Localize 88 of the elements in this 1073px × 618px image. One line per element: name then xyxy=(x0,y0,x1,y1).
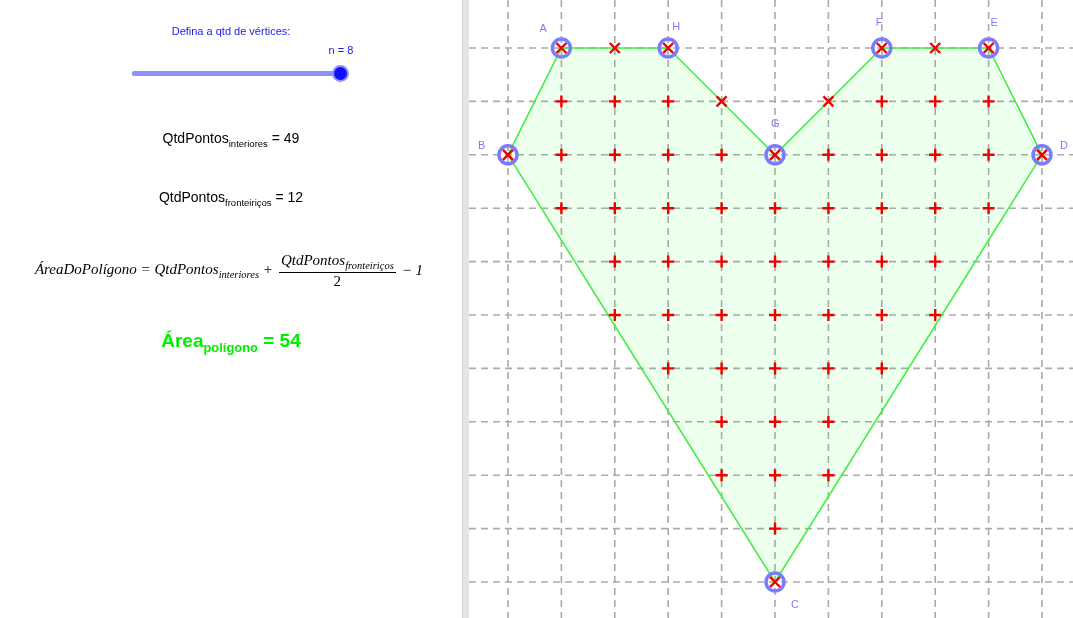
vertex-label: C xyxy=(791,598,799,610)
interior-point-icon xyxy=(767,254,783,269)
boundary-point-icon xyxy=(555,41,568,55)
vertex-point[interactable] xyxy=(977,37,1000,59)
interior-point-icon xyxy=(607,201,622,216)
interior-point-icon xyxy=(607,94,622,109)
vertex-label: H xyxy=(672,20,681,32)
interior-point-icon xyxy=(821,307,836,323)
vertex-label: E xyxy=(990,16,998,28)
interior-point-icon xyxy=(607,147,622,162)
vertex-label: D xyxy=(1060,138,1068,151)
interior-point-icon xyxy=(661,307,676,323)
formula-left-side: ÁreaDoPolígono = QtdPontos$_{interiores}$ + xyxy=(34,261,273,281)
interior-point-icon xyxy=(981,147,996,162)
interior-point-icon xyxy=(767,414,783,429)
vertex-label: F xyxy=(875,16,883,28)
interior-point-icon xyxy=(714,307,729,323)
interior-point-icon xyxy=(767,468,783,483)
boundary-point-icon xyxy=(608,41,621,55)
vertex-label: G xyxy=(771,116,780,129)
interior-point-icon xyxy=(821,361,836,376)
vertex-point[interactable] xyxy=(550,37,573,59)
interior-point-icon xyxy=(874,307,889,323)
boundary-point-icon xyxy=(501,148,515,161)
interior-point-icon xyxy=(874,147,889,162)
interior-point-icon xyxy=(928,94,943,109)
interior-point-icon xyxy=(981,94,996,109)
interior-point-icon xyxy=(821,147,836,162)
slider-value: n = 8 xyxy=(328,44,354,56)
interior-point-icon xyxy=(981,201,996,216)
interior-point-icon xyxy=(661,147,676,162)
interior-point-icon xyxy=(661,201,676,216)
interior-point-icon xyxy=(874,201,889,216)
vertex-count-slider[interactable] xyxy=(132,64,350,83)
formula-tail: − 1 xyxy=(401,262,424,280)
interior-point-icon xyxy=(714,414,729,429)
interior-points-count: QtdPontos$_{interiores}$ = 49 xyxy=(162,130,300,149)
interior-point-icon xyxy=(821,201,836,216)
interior-point-icon xyxy=(554,147,569,162)
boundary-point-icon xyxy=(929,41,942,55)
area-result: Área$_{polígono}$ = 54 xyxy=(161,329,301,355)
interior-point-icon xyxy=(661,254,676,269)
interior-point-icon xyxy=(928,147,943,162)
interior-point-icon xyxy=(607,307,622,323)
interior-point-icon xyxy=(714,468,729,483)
vertex-label: B xyxy=(478,138,486,151)
interior-point-icon xyxy=(874,94,889,109)
boundary-point-icon xyxy=(768,148,782,161)
vertex-point[interactable] xyxy=(764,144,786,166)
vertex-point[interactable] xyxy=(871,37,893,59)
interior-point-icon xyxy=(714,147,729,162)
boundary-point-icon xyxy=(982,41,995,55)
vertex-point[interactable] xyxy=(497,144,519,166)
interior-point-icon xyxy=(874,361,889,376)
boundary-point-icon xyxy=(875,41,888,55)
fraction-denominator: 2 xyxy=(333,272,342,290)
interior-point-icon xyxy=(554,94,569,109)
slider-handle[interactable] xyxy=(332,65,349,82)
slider-caption: Defina a qtd de vértices: xyxy=(171,25,291,37)
interior-point-icon xyxy=(767,201,783,216)
interior-point-icon xyxy=(821,254,836,269)
interior-point-icon xyxy=(928,201,943,216)
interior-point-icon xyxy=(767,307,783,323)
interior-point-icon xyxy=(767,361,783,376)
interior-point-icon xyxy=(874,254,889,269)
interior-point-icon xyxy=(767,521,783,536)
interior-point-icon xyxy=(714,254,729,269)
boundary-point-icon xyxy=(768,575,782,589)
fraction-numerator: QtdPontos$_{fronteiriços}$ xyxy=(278,251,396,273)
interior-point-icon xyxy=(714,361,729,376)
boundary-point-icon xyxy=(662,41,675,55)
boundary-point-icon xyxy=(715,95,728,108)
interior-point-icon xyxy=(821,468,836,483)
interior-point-icon xyxy=(821,414,836,429)
interior-point-icon xyxy=(661,361,676,376)
interior-point-icon xyxy=(607,254,622,269)
interior-point-icon xyxy=(714,201,729,216)
vertex-point[interactable] xyxy=(1031,144,1053,166)
boundary-point-icon xyxy=(1035,148,1049,161)
interior-point-icon xyxy=(928,307,943,323)
vertex-label: A xyxy=(539,22,547,34)
interior-point-icon xyxy=(661,94,676,109)
boundary-point-icon xyxy=(822,95,835,108)
interior-point-icon xyxy=(928,254,943,269)
vertex-point[interactable] xyxy=(657,37,679,59)
vertex-point[interactable] xyxy=(764,571,786,593)
interior-point-icon xyxy=(554,201,569,216)
boundary-points-count: QtdPontos$_{fronteiriços}$ = 12 xyxy=(158,188,304,208)
